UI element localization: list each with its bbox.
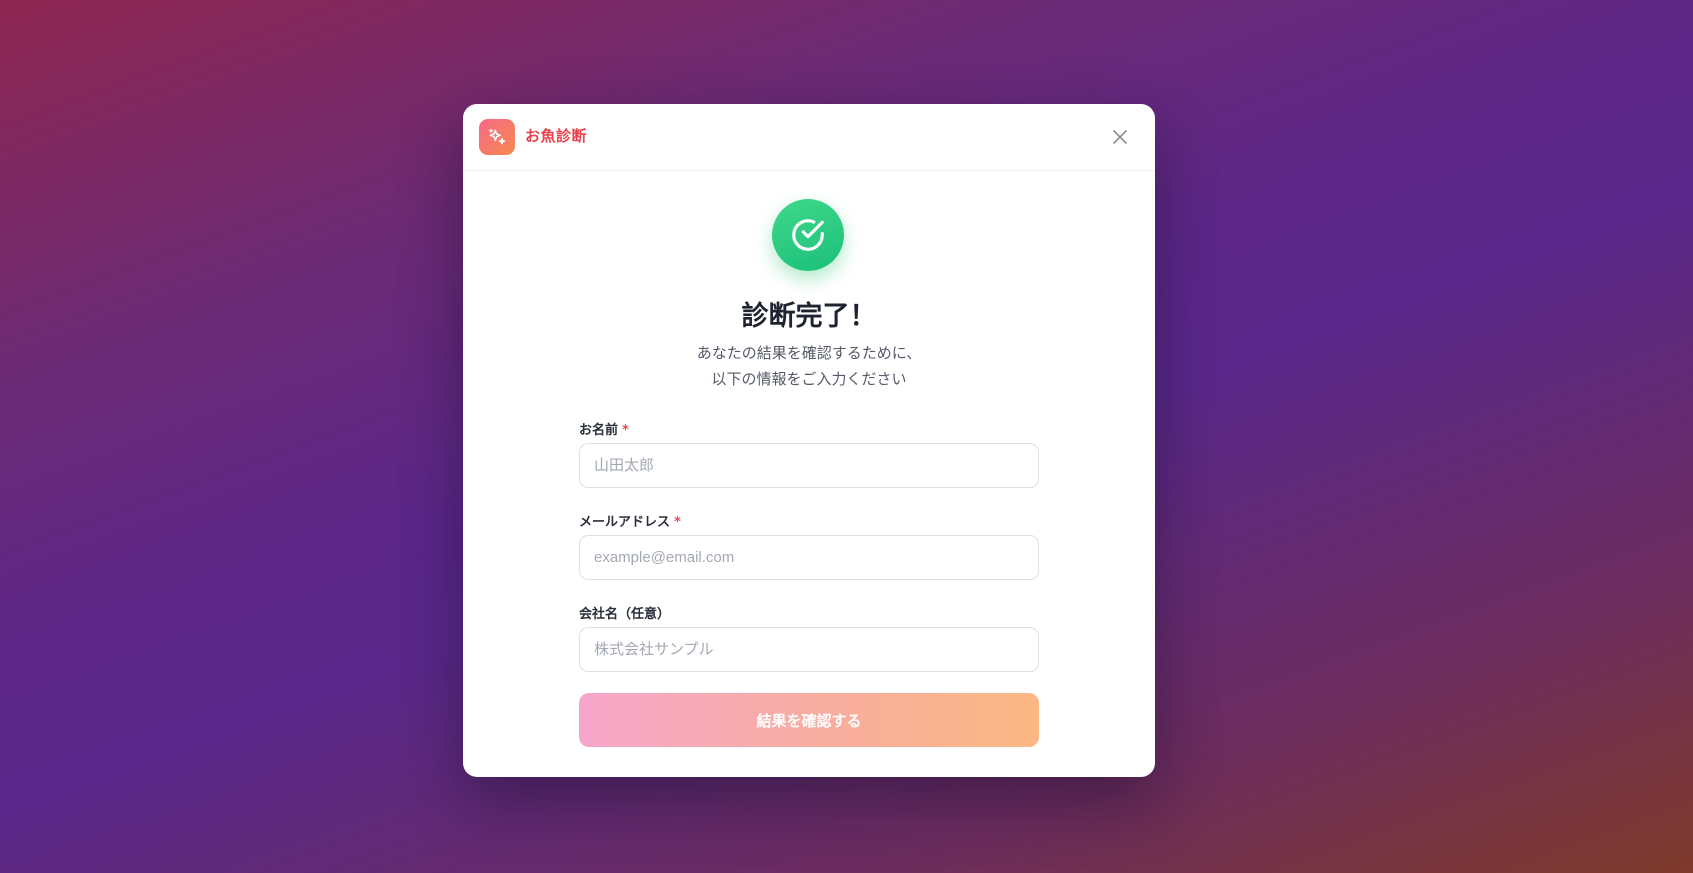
instruction-text: あなたの結果を確認するために、 以下の情報をご入力ください bbox=[463, 340, 1155, 392]
required-mark: * bbox=[674, 515, 681, 530]
company-label-text: 会社名（任意） bbox=[579, 607, 671, 622]
company-label: 会社名（任意） bbox=[579, 603, 670, 622]
diagnosis-modal: お魚診断 診断完了！ あなたの結果を確認するために、 以下の情報をご入力ください… bbox=[463, 104, 1155, 777]
sparkles-icon bbox=[479, 119, 515, 155]
modal-header: お魚診断 bbox=[463, 104, 1155, 171]
email-input[interactable] bbox=[579, 535, 1039, 580]
check-circle-icon bbox=[772, 199, 844, 271]
email-label-text: メールアドレス bbox=[579, 515, 671, 530]
company-input[interactable] bbox=[579, 627, 1039, 672]
app-title: お魚診断 bbox=[525, 127, 588, 145]
required-mark: * bbox=[622, 423, 629, 438]
page-title: 診断完了！ bbox=[741, 301, 877, 332]
name-label-text: お名前 bbox=[579, 423, 619, 438]
name-label: お名前 * bbox=[579, 419, 629, 438]
name-input[interactable] bbox=[579, 443, 1039, 488]
close-icon bbox=[1113, 130, 1127, 144]
email-label: メールアドレス * bbox=[579, 511, 681, 530]
close-button[interactable] bbox=[1107, 124, 1133, 150]
instruction-line-1: あなたの結果を確認するために、 bbox=[696, 344, 922, 362]
instruction-line-2: 以下の情報をご入力ください bbox=[711, 370, 907, 388]
submit-button[interactable]: 結果を確認する bbox=[579, 693, 1039, 747]
